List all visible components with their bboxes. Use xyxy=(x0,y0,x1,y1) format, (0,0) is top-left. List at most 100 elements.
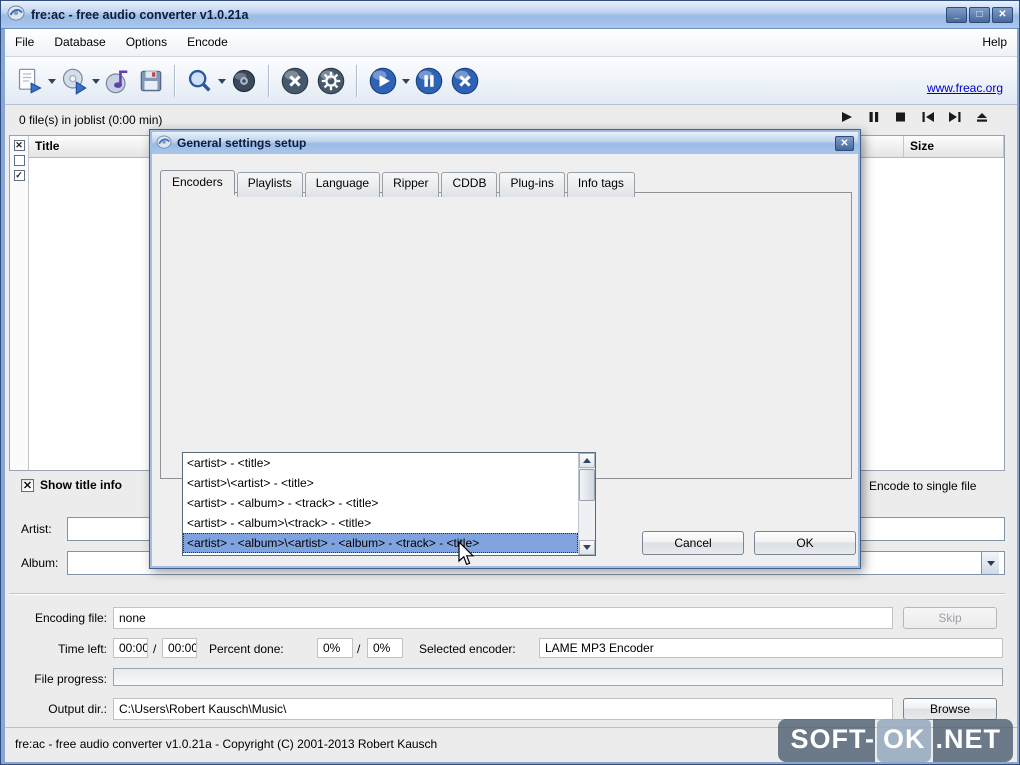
pause-icon xyxy=(869,112,879,122)
stop-x-icon xyxy=(451,67,479,94)
joblist-info-button[interactable] xyxy=(101,61,135,101)
tab-info-tags[interactable]: Info tags xyxy=(566,172,635,197)
window-title: fre:ac - free audio converter v1.0.21a xyxy=(31,7,249,22)
encoding-file-label: Encoding file: xyxy=(34,611,107,625)
stop-encoding-button[interactable] xyxy=(447,61,483,101)
column-header-size[interactable]: Size xyxy=(904,136,1004,157)
clear-joblist-button[interactable] xyxy=(277,61,313,101)
next-icon xyxy=(949,112,961,122)
filename-pattern-option[interactable]: <artist> - <title> xyxy=(183,453,578,473)
query-cddb-dropdown-icon[interactable] xyxy=(217,62,227,100)
filename-pattern-option[interactable]: <artist>\<artist> - <title> xyxy=(183,473,578,493)
encoders-tab-panel xyxy=(160,192,852,479)
scroll-up-icon[interactable] xyxy=(579,453,595,468)
file-progress-label: File progress: xyxy=(34,672,107,686)
disc-icon xyxy=(232,69,256,92)
show-title-info-label: Show title info xyxy=(40,478,122,492)
menu-help[interactable]: Help xyxy=(972,29,1017,56)
start-encoding-button[interactable] xyxy=(365,61,401,101)
stop-icon xyxy=(896,112,905,122)
output-dir-value[interactable]: C:\Users\Robert Kausch\Music\ xyxy=(113,698,893,720)
tab-plugins[interactable]: Plug-ins xyxy=(499,172,565,197)
show-title-info-checkbox[interactable]: Show title info xyxy=(21,478,122,492)
tab-playlists[interactable]: Playlists xyxy=(236,172,303,197)
menu-options[interactable]: Options xyxy=(116,29,177,56)
music-note-icon xyxy=(105,70,128,93)
dialog-tabs: Encoders Playlists Language Ripper CDDB … xyxy=(160,169,637,197)
slash-separator: / xyxy=(357,642,361,656)
skip-button: Skip xyxy=(903,607,997,629)
maximize-button[interactable]: □ xyxy=(969,6,990,23)
album-dropdown-button[interactable] xyxy=(981,552,999,574)
add-files-button[interactable] xyxy=(13,61,47,101)
app-icon xyxy=(7,5,25,24)
minimize-button[interactable]: _ xyxy=(946,6,967,23)
previous-button[interactable] xyxy=(918,108,938,126)
tab-language[interactable]: Language xyxy=(304,172,381,197)
output-dir-browse-button[interactable]: Browse xyxy=(903,698,997,720)
pause-encoding-button[interactable] xyxy=(411,61,447,101)
joblist-select-column xyxy=(10,136,29,470)
cancel-button[interactable]: Cancel xyxy=(642,531,744,555)
dropdown-scrollbar[interactable] xyxy=(578,453,595,555)
ok-button[interactable]: OK xyxy=(754,531,856,555)
save-joblist-button[interactable] xyxy=(135,61,167,101)
artist-label: Artist: xyxy=(21,522,52,536)
window-titlebar: fre:ac - free audio converter v1.0.21a _… xyxy=(1,1,1019,29)
tab-cddb[interactable]: CDDB xyxy=(441,172,498,197)
toggle-selection-checkbox[interactable] xyxy=(13,170,25,181)
pause-icon xyxy=(415,67,443,94)
file-progress-bar xyxy=(113,668,1003,686)
filename-pattern-option-selected[interactable]: <artist> - <album>\<artist> - <album> - … xyxy=(183,533,578,553)
add-files-dropdown-icon[interactable] xyxy=(47,62,57,100)
play-icon xyxy=(369,67,397,94)
select-none-checkbox[interactable] xyxy=(13,155,25,166)
menu-database[interactable]: Database xyxy=(44,29,115,56)
scrollbar-thumb[interactable] xyxy=(579,469,595,501)
tab-encoders[interactable]: Encoders xyxy=(160,170,235,195)
start-encoding-dropdown-icon[interactable] xyxy=(401,62,411,100)
time-left-total: 00:00 xyxy=(162,638,197,658)
checkbox-box xyxy=(21,478,34,492)
query-cddb-button[interactable] xyxy=(183,61,217,101)
toolbar-separator xyxy=(268,64,270,97)
percent-done-label: Percent done: xyxy=(209,642,284,656)
percent-current: 0% xyxy=(317,638,353,658)
play-button[interactable] xyxy=(837,108,857,126)
settings-button[interactable] xyxy=(313,61,349,101)
eject-button[interactable] xyxy=(972,108,992,126)
tab-ripper[interactable]: Ripper xyxy=(382,172,440,197)
output-dir-label: Output dir.: xyxy=(48,702,107,716)
watermark-part2: OK xyxy=(876,719,932,762)
selected-encoder-value: LAME MP3 Encoder xyxy=(539,638,1003,658)
add-files-icon xyxy=(18,68,42,94)
dialog-close-button[interactable]: ✕ xyxy=(835,135,854,151)
watermark-part1: SOFT- xyxy=(778,719,875,762)
menu-file[interactable]: File xyxy=(5,29,44,56)
cddb-disc-button[interactable] xyxy=(227,61,261,101)
menu-encode[interactable]: Encode xyxy=(177,29,238,56)
stop-button[interactable] xyxy=(891,108,911,126)
add-cd-dropdown-icon[interactable] xyxy=(91,62,101,100)
window-controls: _ □ ✕ xyxy=(946,6,1013,23)
mouse-cursor-icon xyxy=(458,541,475,566)
scroll-down-icon[interactable] xyxy=(579,540,595,555)
dialog-app-icon xyxy=(156,134,172,152)
pause-button[interactable] xyxy=(864,108,884,126)
add-audio-cd-button[interactable] xyxy=(57,61,91,101)
filename-pattern-option[interactable]: <artist> - <album> - <track> - <title> xyxy=(183,493,578,513)
encode-single-file-label[interactable]: Encode to single file xyxy=(869,479,976,493)
website-link[interactable]: www.freac.org xyxy=(927,81,1003,95)
add-cd-icon xyxy=(62,68,87,95)
dialog-title: General settings setup xyxy=(177,136,307,150)
play-icon xyxy=(842,112,852,122)
close-button[interactable]: ✕ xyxy=(992,6,1013,23)
freac-window: fre:ac - free audio converter v1.0.21a _… xyxy=(0,0,1020,765)
previous-icon xyxy=(922,112,934,122)
next-button[interactable] xyxy=(945,108,965,126)
soft-ok-watermark: SOFT- OK .NET xyxy=(778,719,1013,762)
statusbar-text: fre:ac - free audio converter v1.0.21a -… xyxy=(15,737,438,751)
filename-pattern-option[interactable]: <artist> - <album>\<track> - <title> xyxy=(183,513,578,533)
select-all-checkbox[interactable] xyxy=(13,140,25,151)
slash-separator: / xyxy=(153,642,157,656)
